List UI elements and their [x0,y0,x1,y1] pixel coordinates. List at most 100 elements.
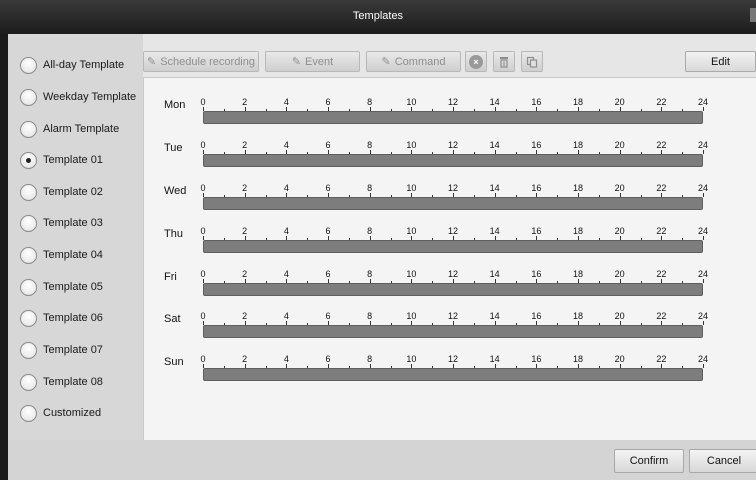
hour-label: 2 [242,183,248,193]
hour-scale: 0 2 4 6 8 10 12 14 16 18 20 22 24 [200,97,708,111]
hour-scale: 0 2 4 6 8 10 12 14 16 18 20 22 24 [200,311,708,325]
template-option[interactable]: Template 06 [20,309,103,327]
template-list: All-day Template Weekday Template Alarm Te… [8,34,143,440]
radio-button[interactable] [20,120,37,138]
hour-label: 16 [531,97,542,107]
template-label: Template 02 [43,186,103,198]
hour-label: 20 [614,269,625,279]
hour-label: 8 [367,140,373,150]
hour-scale: 0 2 4 6 8 10 12 14 16 18 20 22 24 [200,354,708,368]
hour-label: 14 [489,354,500,364]
cancel-button[interactable]: Cancel [689,449,756,473]
schedule-bar[interactable] [203,240,703,253]
event-button[interactable]: ✎ Event [265,51,360,72]
hour-label: 22 [656,140,667,150]
hour-label: 16 [531,354,542,364]
template-label: Template 03 [43,217,103,229]
radio-button[interactable] [20,373,37,391]
footer: Confirm Cancel [8,440,756,480]
radio-button[interactable] [20,56,37,74]
hour-label: 2 [242,269,248,279]
schedule-bar[interactable] [203,197,703,210]
hour-label: 14 [489,140,500,150]
day-row: Mon 0 2 4 6 8 10 12 14 16 18 20 22 24 [144,97,756,127]
schedule-bar[interactable] [203,154,703,167]
day-row: Tue 0 2 4 6 8 10 12 14 16 18 20 22 24 [144,140,756,170]
day-label: Wed [164,185,187,197]
template-option[interactable]: Template 07 [20,341,103,359]
template-option[interactable]: Template 03 [20,214,103,232]
hour-tick [703,107,704,111]
template-label: Customized [43,407,102,419]
hour-label: 8 [367,354,373,364]
hour-label: 2 [242,140,248,150]
template-option[interactable]: Template 04 [20,246,103,264]
hour-label: 22 [656,354,667,364]
hour-label: 22 [656,183,667,193]
schedule-bar[interactable] [203,111,703,124]
radio-button[interactable] [20,183,37,201]
template-option[interactable]: Template 05 [20,278,103,296]
hour-label: 12 [447,269,459,279]
template-option[interactable]: Alarm Template [20,120,119,138]
hour-label: 10 [406,140,417,150]
template-label: All-day Template [43,59,125,71]
hour-scale: 0 2 4 6 8 10 12 14 16 18 20 22 24 [200,140,708,154]
schedule-bar[interactable] [203,325,703,338]
command-button[interactable]: ✎ Command [366,51,461,72]
template-label: Template 08 [43,376,103,388]
hour-label: 14 [489,183,500,193]
trash-icon [500,56,508,68]
copy-button[interactable] [521,51,543,72]
template-option[interactable]: Template 08 [20,373,103,391]
hour-label: 8 [367,269,373,279]
pencil-icon: ✎ [146,56,157,68]
day-row: Sat 0 2 4 6 8 10 12 14 16 18 20 22 24 [144,311,756,341]
cancel-label: Cancel [706,455,742,467]
hour-label: 8 [367,226,373,236]
hour-scale: 0 2 4 6 8 10 12 14 16 18 20 22 24 [200,183,708,197]
radio-button[interactable] [20,88,37,106]
delete-button[interactable] [493,51,515,72]
hour-label: 18 [572,183,584,193]
edit-button[interactable]: Edit [685,51,756,72]
clear-button[interactable]: × [465,51,487,72]
hour-label: 24 [697,140,709,150]
hour-label: 10 [406,311,417,321]
hour-tick [703,321,704,325]
hour-label: 0 [200,269,206,279]
template-option[interactable]: Template 01 [20,151,103,169]
hour-tick [703,193,704,197]
hour-label: 2 [242,311,248,321]
radio-button[interactable] [20,214,37,232]
day-row: Thu 0 2 4 6 8 10 12 14 16 18 20 22 24 [144,226,756,256]
schedule-bar[interactable] [203,283,703,296]
template-option[interactable]: Template 02 [20,183,103,201]
template-label: Template 07 [43,344,103,356]
hour-label: 18 [572,140,584,150]
template-option[interactable]: All-day Template [20,56,124,74]
hour-label: 4 [283,140,289,150]
schedule-bar[interactable] [203,368,703,381]
pencil-icon: ✎ [381,56,391,68]
hour-label: 6 [325,183,331,193]
day-label: Sat [164,313,181,325]
template-option[interactable]: Weekday Template [20,88,136,106]
hour-label: 18 [572,226,584,236]
radio-button[interactable] [20,404,37,422]
schedule-recording-button[interactable]: ✎ Schedule recording [143,51,259,72]
template-option[interactable]: Customized [20,404,101,422]
radio-button[interactable] [20,309,37,327]
event-label: Event [305,55,334,68]
radio-button[interactable] [20,151,37,169]
radio-button[interactable] [20,246,37,264]
radio-button[interactable] [20,341,37,359]
hour-label: 10 [406,97,417,107]
hour-label: 10 [406,269,417,279]
hour-label: 12 [447,226,459,236]
hour-label: 12 [447,354,459,364]
hour-label: 4 [283,97,289,107]
confirm-button[interactable]: Confirm [614,449,684,473]
radio-button[interactable] [20,278,37,296]
window-corner-control[interactable] [750,8,756,22]
